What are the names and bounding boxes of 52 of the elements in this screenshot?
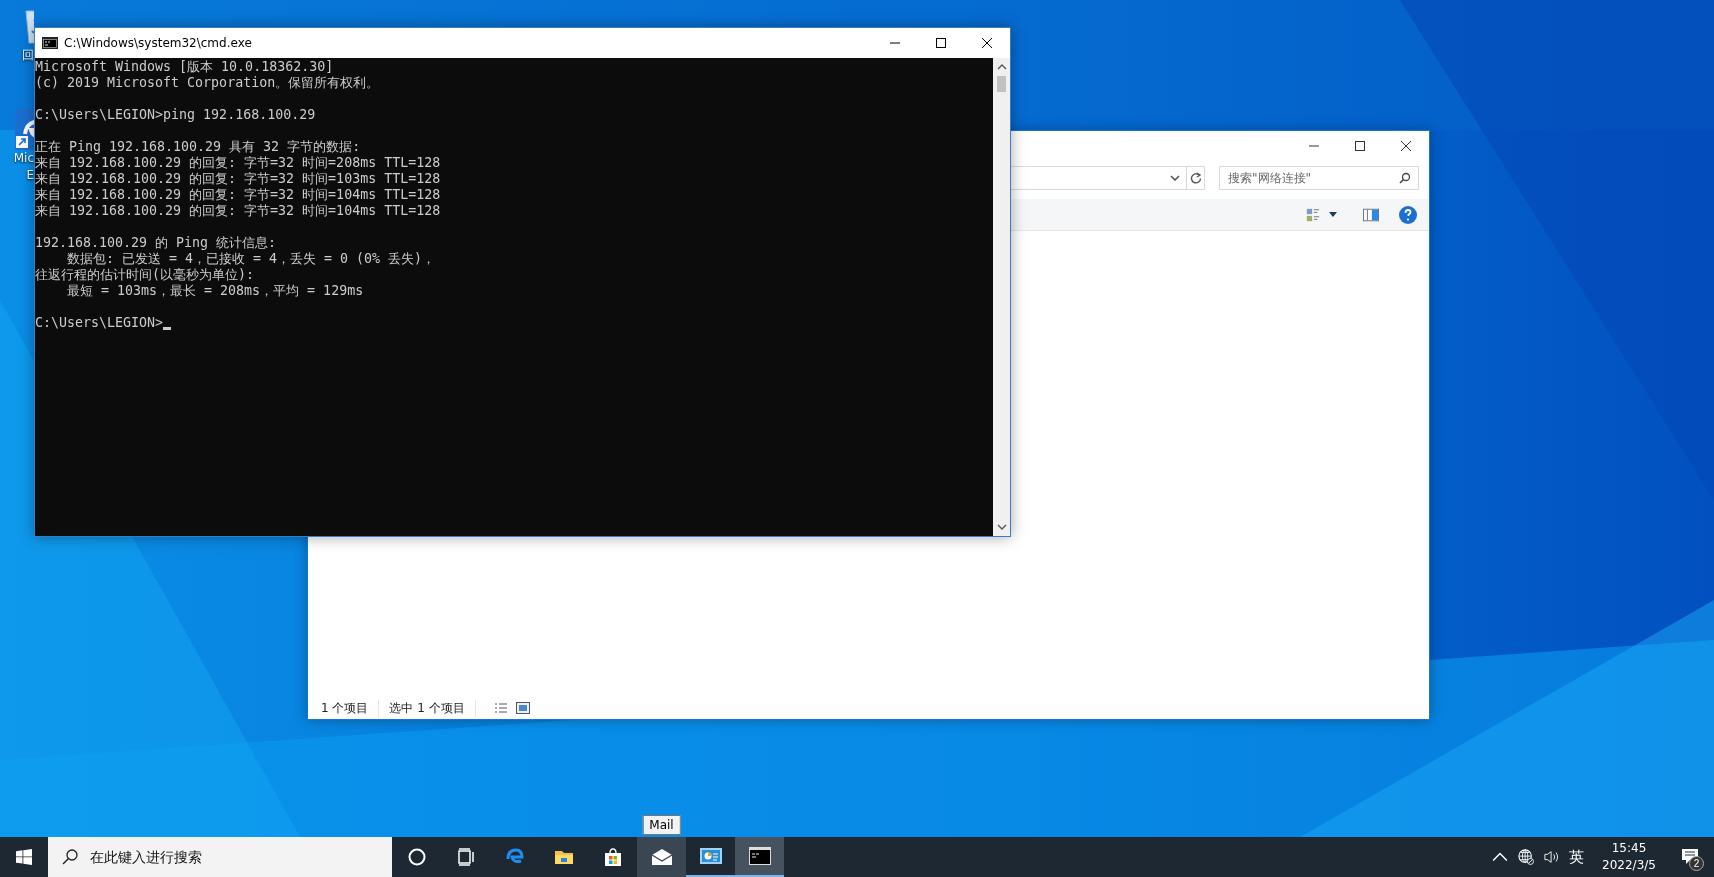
console-line: 来自 192.168.100.29 的回复: 字节=32 时间=103ms TTL=128 [35,171,441,187]
refresh-icon[interactable] [1189,172,1202,184]
window-title: C:\Windows\system32\cmd.exe [64,36,252,50]
search-field[interactable]: 搜索"网络连接" [1219,166,1419,190]
console-line: 192.168.100.29 的 Ping 统计信息: [35,235,277,251]
notification-count-badge: 2 [1689,856,1704,871]
view-options-icon[interactable] [1305,207,1321,222]
dropdown-arrow-icon[interactable] [1329,212,1337,217]
windows-logo-icon[interactable] [16,849,32,865]
shortcut-icon[interactable] [15,108,34,150]
speaker-icon[interactable] [1544,849,1560,865]
search-icon [62,849,78,865]
help-icon[interactable] [1399,205,1417,224]
console-line: Microsoft Windows [版本 10.0.18362.30] [35,59,334,75]
chart-window-icon[interactable] [699,846,722,866]
refresh-button[interactable] [1187,166,1205,190]
console-line: 最短 = 103ms，最长 = 208ms，平均 = 129ms [66,283,364,299]
icon-label: 回 [22,47,34,64]
chevron-down-icon[interactable] [1170,175,1180,181]
console-line: 往返行程的估计时间(以毫秒为单位): [35,267,255,283]
console-line: 数据包: 已发送 = 4，已接收 = 4，丢失 = 0 (0% 丢失)， [66,251,436,267]
search-box[interactable]: 在此键入进行搜索 [48,837,392,877]
notification-button[interactable]: 2 [1666,837,1714,877]
clock-time: 15:45 [1611,840,1647,857]
scrollbar[interactable] [993,58,1010,536]
console-line: 来自 192.168.100.29 的回复: 字节=32 时间=104ms TTL=128 [35,187,441,203]
clock-date: 2022/3/5 [1602,857,1656,874]
tooltip: Mail [642,815,681,835]
status-text: 选中 1 个项目 [389,699,476,717]
icon-label: E [26,167,34,184]
large-icons-view-icon[interactable] [515,702,530,714]
preview-pane-icon[interactable] [1363,207,1379,222]
console-icon [42,37,58,49]
address-field[interactable] [1008,166,1187,190]
scroll-thumb[interactable] [997,76,1006,92]
clock[interactable]: 15:45 2022/3/5 [1594,837,1664,877]
envelope-icon[interactable] [650,847,673,867]
console-line: (c) 2019 Microsoft Corporation。保留所有权利。 [35,75,380,91]
status-text: 1 个项目 [321,699,380,717]
taskbar-app-button[interactable] [735,837,784,877]
scroll-down-icon[interactable] [996,524,1007,530]
console-line: 来自 192.168.100.29 的回复: 字节=32 时间=208ms TTL=128 [35,155,441,171]
console-line: C:\Users\LEGION>ping 192.168.100.29 [35,107,316,123]
search-icon [1399,172,1411,184]
input-method-indicator[interactable]: 英 [1569,847,1584,867]
console-line: C:\Users\LEGION> [35,315,164,331]
terminal-icon[interactable] [748,846,771,866]
scroll-up-icon[interactable] [996,64,1007,70]
console-line: 来自 192.168.100.29 的回复: 字节=32 时间=104ms TTL=128 [35,203,441,219]
globe-icon[interactable] [1518,849,1534,865]
console-line: 正在 Ping 192.168.100.29 具有 32 字节的数据: [35,139,361,155]
icon-label: Mic [13,150,34,167]
